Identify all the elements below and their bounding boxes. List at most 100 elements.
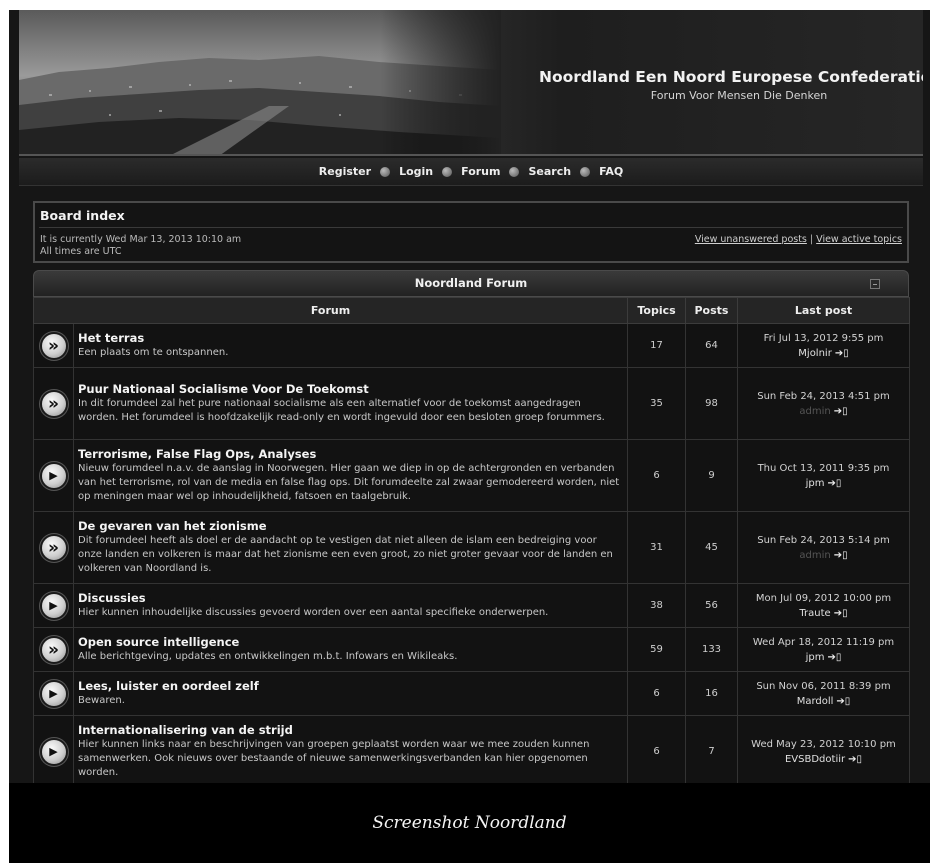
- bullet-icon: [442, 166, 453, 177]
- image-caption: Screenshot Noordland: [372, 813, 567, 833]
- last-post-cell: Fri Jul 13, 2012 9:55 pm Mjolnir ➔▯: [737, 323, 910, 368]
- city-skyline-image: [19, 10, 501, 154]
- topics-count: 6: [627, 439, 686, 512]
- forum-list: Noordland Forum Forum Topics Posts Last …: [33, 270, 910, 783]
- forum-info-cell: Lees, luister en oordeel zelf Bewaren.: [73, 671, 628, 716]
- forum-title-link[interactable]: Terrorisme, False Flag Ops, Analyses: [78, 447, 623, 461]
- forum-icon-cell: ▶: [33, 439, 74, 512]
- forum-icon-cell: »: [33, 627, 74, 672]
- topics-count: 6: [627, 715, 686, 783]
- last-post-date: Fri Jul 13, 2012 9:55 pm: [763, 332, 884, 344]
- last-post-author-link[interactable]: jpm: [806, 652, 825, 663]
- forum-status-icon: »: [41, 333, 66, 358]
- last-post-author-link[interactable]: admin: [799, 406, 830, 417]
- main-nav: Register Login Forum Search FAQ: [19, 158, 923, 186]
- view-unanswered-link[interactable]: View unanswered posts: [695, 234, 807, 245]
- last-post-cell: Wed May 23, 2012 10:10 pm EVSBDdotiir ➔▯: [737, 715, 910, 783]
- forum-description: Dit forumdeel heeft als doel er de aanda…: [78, 535, 613, 574]
- posts-count: 9: [685, 439, 738, 512]
- nav-register-link[interactable]: Register: [319, 165, 371, 178]
- goto-last-post-icon[interactable]: ➔▯: [834, 608, 848, 619]
- nav-forum-link[interactable]: Forum: [461, 165, 500, 178]
- goto-last-post-icon[interactable]: ➔▯: [835, 348, 849, 359]
- board-links: View unanswered posts | View active topi…: [695, 234, 902, 245]
- last-post-author-link[interactable]: Traute: [799, 608, 830, 619]
- posts-count: 56: [685, 583, 738, 628]
- last-post-date: Mon Jul 09, 2012 10:00 pm: [755, 592, 892, 604]
- forum-title-link[interactable]: Internationalisering van de strijd: [78, 723, 623, 737]
- last-post-author-link[interactable]: admin: [799, 550, 830, 561]
- board-index-panel: Board index It is currently Wed Mar 13, …: [33, 201, 909, 263]
- forum-status-icon: ▶: [41, 681, 66, 706]
- caption-bar: Screenshot Noordland: [9, 783, 930, 863]
- forum-icon-cell: ▶: [33, 671, 74, 716]
- posts-count: 133: [685, 627, 738, 672]
- forum-info-cell: Terrorisme, False Flag Ops, Analyses Nieu…: [73, 439, 628, 512]
- forum-title-link[interactable]: Puur Nationaal Socialisme Voor De Toekom…: [78, 382, 623, 396]
- posts-count: 7: [685, 715, 738, 783]
- view-active-link[interactable]: View active topics: [816, 234, 902, 245]
- topics-count: 17: [627, 323, 686, 368]
- goto-last-post-icon[interactable]: ➔▯: [827, 652, 841, 663]
- forum-rows: » Het terras Een plaats om te ontspannen. 1…: [33, 323, 910, 783]
- current-time-text: It is currently Wed Mar 13, 2013 10:10 a…: [40, 234, 242, 245]
- timezone-text: All times are UTC: [40, 246, 122, 257]
- forum-row: ▶ Internationalisering van de strijd Hier …: [33, 715, 910, 783]
- forum-row: ▶ Discussies Hier kunnen inhoudelijke disc…: [33, 583, 910, 628]
- topics-count: 59: [627, 627, 686, 672]
- forum-page: Noordland Een Noord Europese Confederati…: [9, 10, 930, 783]
- column-header-topics: Topics: [627, 297, 686, 324]
- nav-search-link[interactable]: Search: [528, 165, 571, 178]
- link-separator: |: [809, 234, 814, 245]
- nav-faq-link[interactable]: FAQ: [599, 165, 623, 178]
- last-post-cell: Sun Feb 24, 2013 4:51 pm admin ➔▯: [737, 367, 910, 440]
- forum-status-icon: ▶: [41, 739, 66, 764]
- last-post-author-link[interactable]: jpm: [806, 478, 825, 489]
- last-post-date: Wed May 23, 2012 10:10 pm: [751, 738, 896, 750]
- forum-title-link[interactable]: Open source intelligence: [78, 635, 623, 649]
- goto-last-post-icon[interactable]: ➔▯: [827, 478, 841, 489]
- forum-description: Hier kunnen inhoudelijke discussies gevo…: [78, 607, 549, 618]
- goto-last-post-icon[interactable]: ➔▯: [834, 550, 848, 561]
- bullet-icon: [380, 166, 391, 177]
- site-tagline: Forum Voor Mensen Die Denken: [650, 89, 828, 102]
- forum-status-icon: »: [41, 637, 66, 662]
- goto-last-post-icon[interactable]: ➔▯: [848, 754, 862, 765]
- forum-row: ▶ Terrorisme, False Flag Ops, Analyses Nie…: [33, 439, 910, 512]
- divider: [39, 227, 903, 228]
- last-post-author-link[interactable]: Mjolnir: [798, 348, 832, 359]
- forum-title-link[interactable]: Discussies: [78, 591, 623, 605]
- forum-icon-cell: ▶: [33, 583, 74, 628]
- collapse-icon[interactable]: [870, 279, 880, 289]
- last-post-author-link[interactable]: Mardoll: [797, 696, 834, 707]
- board-index-title[interactable]: Board index: [40, 208, 125, 223]
- goto-last-post-icon[interactable]: ➔▯: [836, 696, 850, 707]
- forum-row: » Puur Nationaal Socialisme Voor De Toeko…: [33, 367, 910, 440]
- forum-icon-cell: »: [33, 511, 74, 584]
- forum-icon-cell: ▶: [33, 715, 74, 783]
- forum-icon-cell: »: [33, 367, 74, 440]
- nav-login-link[interactable]: Login: [399, 165, 433, 178]
- column-header-last-post: Last post: [737, 297, 910, 324]
- goto-last-post-icon[interactable]: ➔▯: [834, 406, 848, 417]
- topics-count: 35: [627, 367, 686, 440]
- column-header-forum: Forum: [33, 297, 628, 324]
- forum-row: ▶ Lees, luister en oordeel zelf Bewaren. 6 1…: [33, 671, 910, 716]
- forum-icon-cell: »: [33, 323, 74, 368]
- forum-title-link[interactable]: De gevaren van het zionisme: [78, 519, 623, 533]
- posts-count: 64: [685, 323, 738, 368]
- forum-description: Bewaren.: [78, 695, 125, 706]
- forum-status-icon: ▶: [41, 463, 66, 488]
- last-post-author-link[interactable]: EVSBDdotiir: [785, 754, 845, 765]
- last-post-date: Wed Apr 18, 2012 11:19 pm: [752, 636, 895, 648]
- site-title: Noordland Een Noord Europese Confederati…: [539, 68, 923, 86]
- forum-info-cell: Discussies Hier kunnen inhoudelijke discu…: [73, 583, 628, 628]
- forum-category-title[interactable]: Noordland Forum: [415, 276, 528, 290]
- last-post-date: Sun Nov 06, 2011 8:39 pm: [756, 680, 891, 692]
- forum-title-link[interactable]: Lees, luister en oordeel zelf: [78, 679, 623, 693]
- forum-title-link[interactable]: Het terras: [78, 331, 623, 345]
- forum-row: » Het terras Een plaats om te ontspannen. 1…: [33, 323, 910, 368]
- forum-description: Een plaats om te ontspannen.: [78, 347, 229, 358]
- forum-category-header: Noordland Forum: [33, 270, 909, 297]
- posts-count: 16: [685, 671, 738, 716]
